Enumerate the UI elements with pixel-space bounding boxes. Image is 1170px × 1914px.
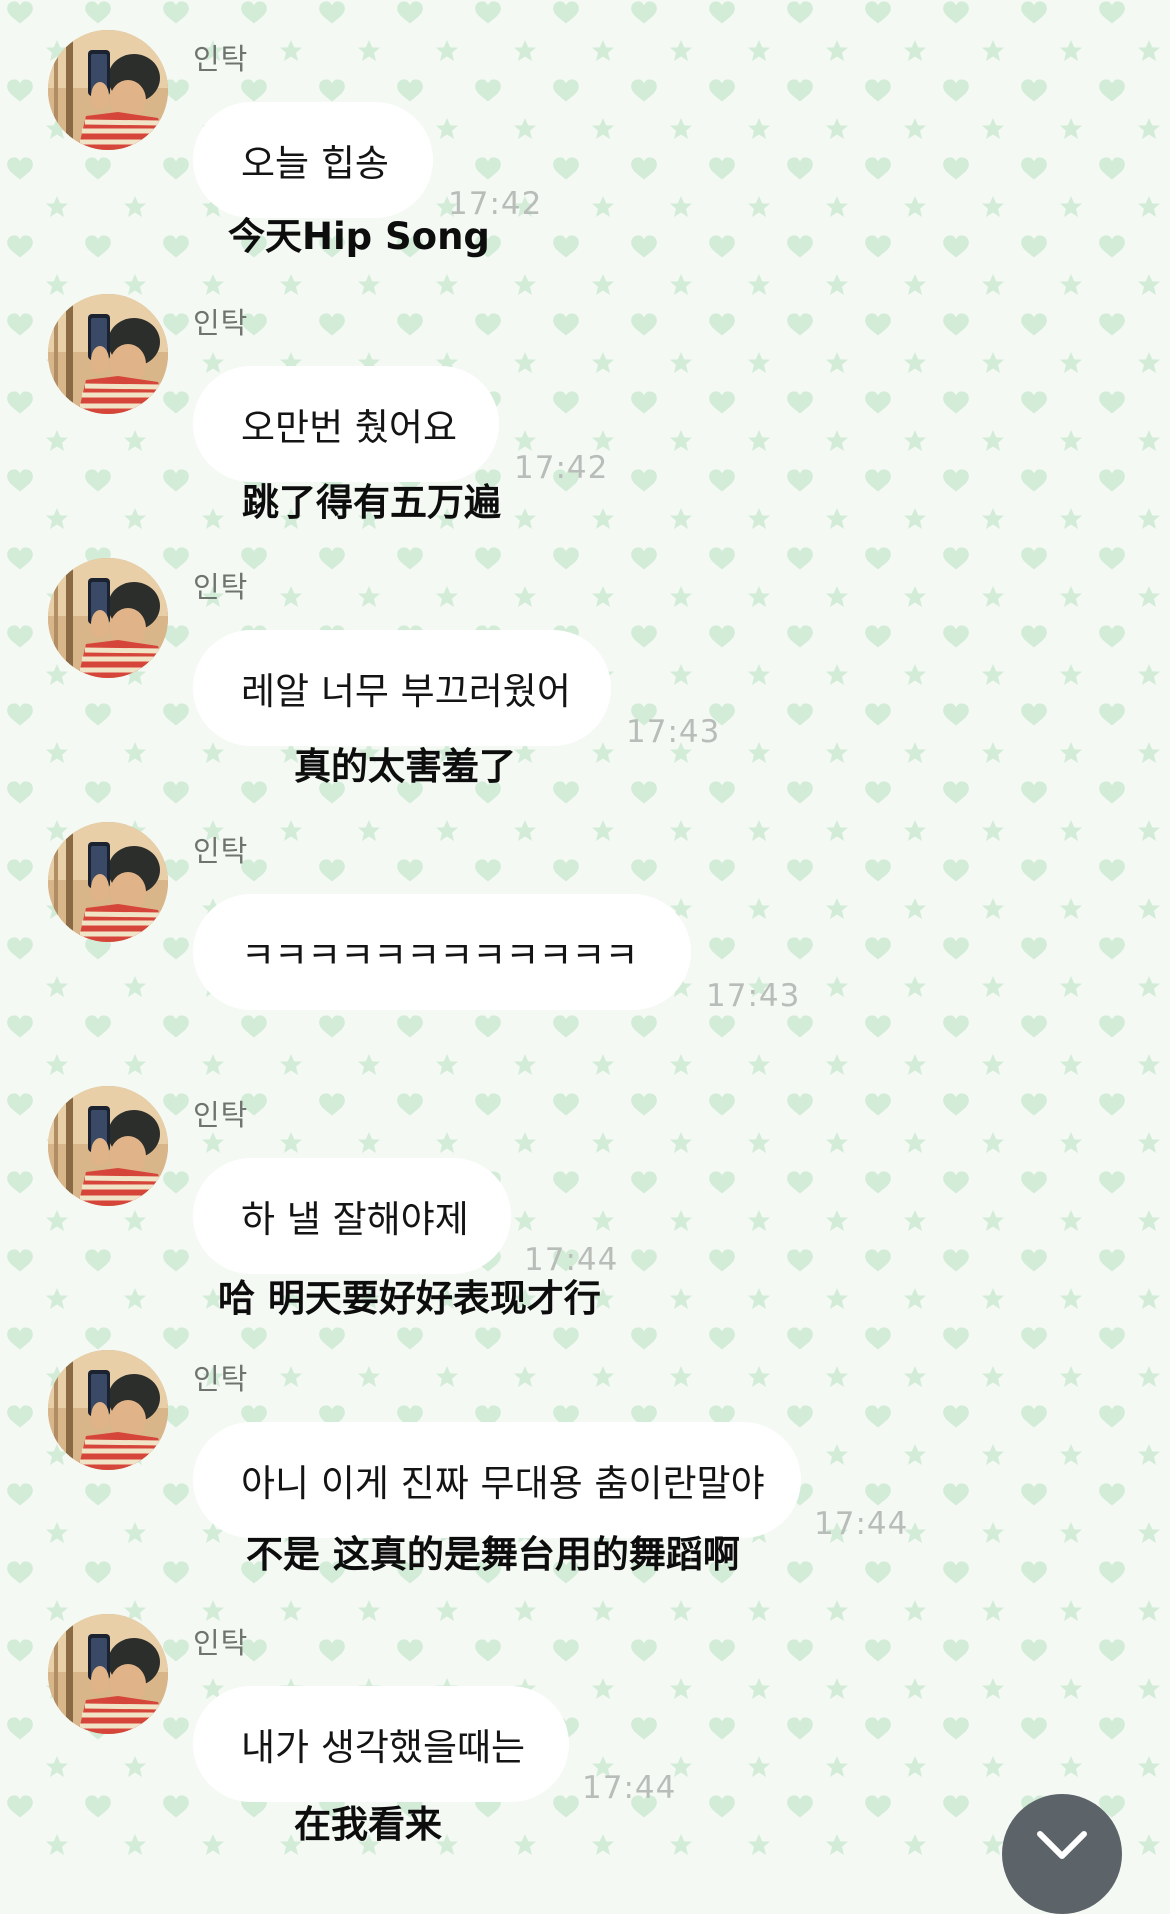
sender-name: 인탁 (193, 834, 249, 868)
message-text: ㅋㅋㅋㅋㅋㅋㅋㅋㅋㅋㅋㅋ (241, 934, 638, 977)
message-text: 레알 너무 부끄러웠어 (241, 670, 571, 713)
message-text: 아니 이게 진짜 무대용 춤이란말야 (241, 1462, 765, 1505)
translation-caption: 今天Hip Song (228, 215, 490, 258)
message-bubble[interactable]: 내가 생각했을때는 (193, 1686, 569, 1802)
message-row: 인탁 오늘 힙송 17:42 今天Hip Song (0, 0, 1170, 264)
avatar[interactable] (48, 1086, 168, 1206)
sender-name: 인탁 (193, 1362, 249, 1396)
message-text: 내가 생각했을때는 (241, 1726, 526, 1769)
sender-name: 인탁 (193, 42, 249, 76)
message-row: 인탁아니 이게 진짜 무대용 춤이란말야 17:44 不是 这真的是舞台用的舞蹈啊 (0, 1320, 1170, 1584)
avatar[interactable] (48, 1614, 168, 1734)
translation-caption: 在我看来 (294, 1803, 442, 1846)
message-bubble[interactable]: 아니 이게 진짜 무대용 춤이란말야 (193, 1422, 801, 1538)
message-time: 17:44 (582, 1770, 677, 1806)
translation-caption: 跳了得有五万遍 (242, 481, 501, 524)
message-time: 17:42 (514, 450, 609, 486)
message-text: 오만번 췄어요 (241, 406, 458, 449)
message-bubble[interactable]: 오늘 힙송 (193, 102, 433, 218)
translation-caption: 哈 明天要好好表现才行 (218, 1277, 601, 1320)
chevron-down-icon (1037, 1831, 1087, 1859)
message-row: 인탁레알 너무 부끄러웠어 17:43 真的太害羞了 (0, 528, 1170, 792)
message-text: 하 낼 잘해야제 (241, 1198, 469, 1241)
message-bubble[interactable]: 오만번 췄어요 (193, 366, 499, 482)
avatar[interactable] (48, 294, 168, 414)
message-bubble[interactable]: ㅋㅋㅋㅋㅋㅋㅋㅋㅋㅋㅋㅋ (193, 894, 691, 1010)
avatar[interactable] (48, 30, 168, 150)
avatar[interactable] (48, 1350, 168, 1470)
sender-name: 인탁 (193, 1098, 249, 1132)
sender-name: 인탁 (193, 1626, 249, 1660)
scroll-to-bottom-button[interactable] (1002, 1794, 1122, 1914)
message-row: 인탁오만번 췄어요 17:42 跳了得有五万遍 (0, 264, 1170, 528)
message-row: 인탁 하 낼 잘해야제 17:44 哈 明天要好好表现才行 (0, 1056, 1170, 1320)
message-bubble[interactable]: 하 낼 잘해야제 (193, 1158, 511, 1274)
message-row: 인탁내가 생각했을때는 17:44 在我看来 (0, 1584, 1170, 1848)
sender-name: 인탁 (193, 306, 249, 340)
translation-caption: 不是 这真的是舞台用的舞蹈啊 (246, 1533, 740, 1576)
message-row: 인탁 ㅋㅋㅋㅋㅋㅋㅋㅋㅋㅋㅋㅋ 17:43 (0, 792, 1170, 1056)
message-bubble[interactable]: 레알 너무 부끄러웠어 (193, 630, 611, 746)
avatar[interactable] (48, 822, 168, 942)
message-time: 17:43 (626, 714, 721, 750)
message-text: 오늘 힙송 (241, 142, 389, 185)
message-time: 17:43 (706, 978, 801, 1014)
message-time: 17:44 (814, 1506, 909, 1542)
translation-caption: 真的太害羞了 (294, 745, 516, 788)
avatar[interactable] (48, 558, 168, 678)
sender-name: 인탁 (193, 570, 249, 604)
